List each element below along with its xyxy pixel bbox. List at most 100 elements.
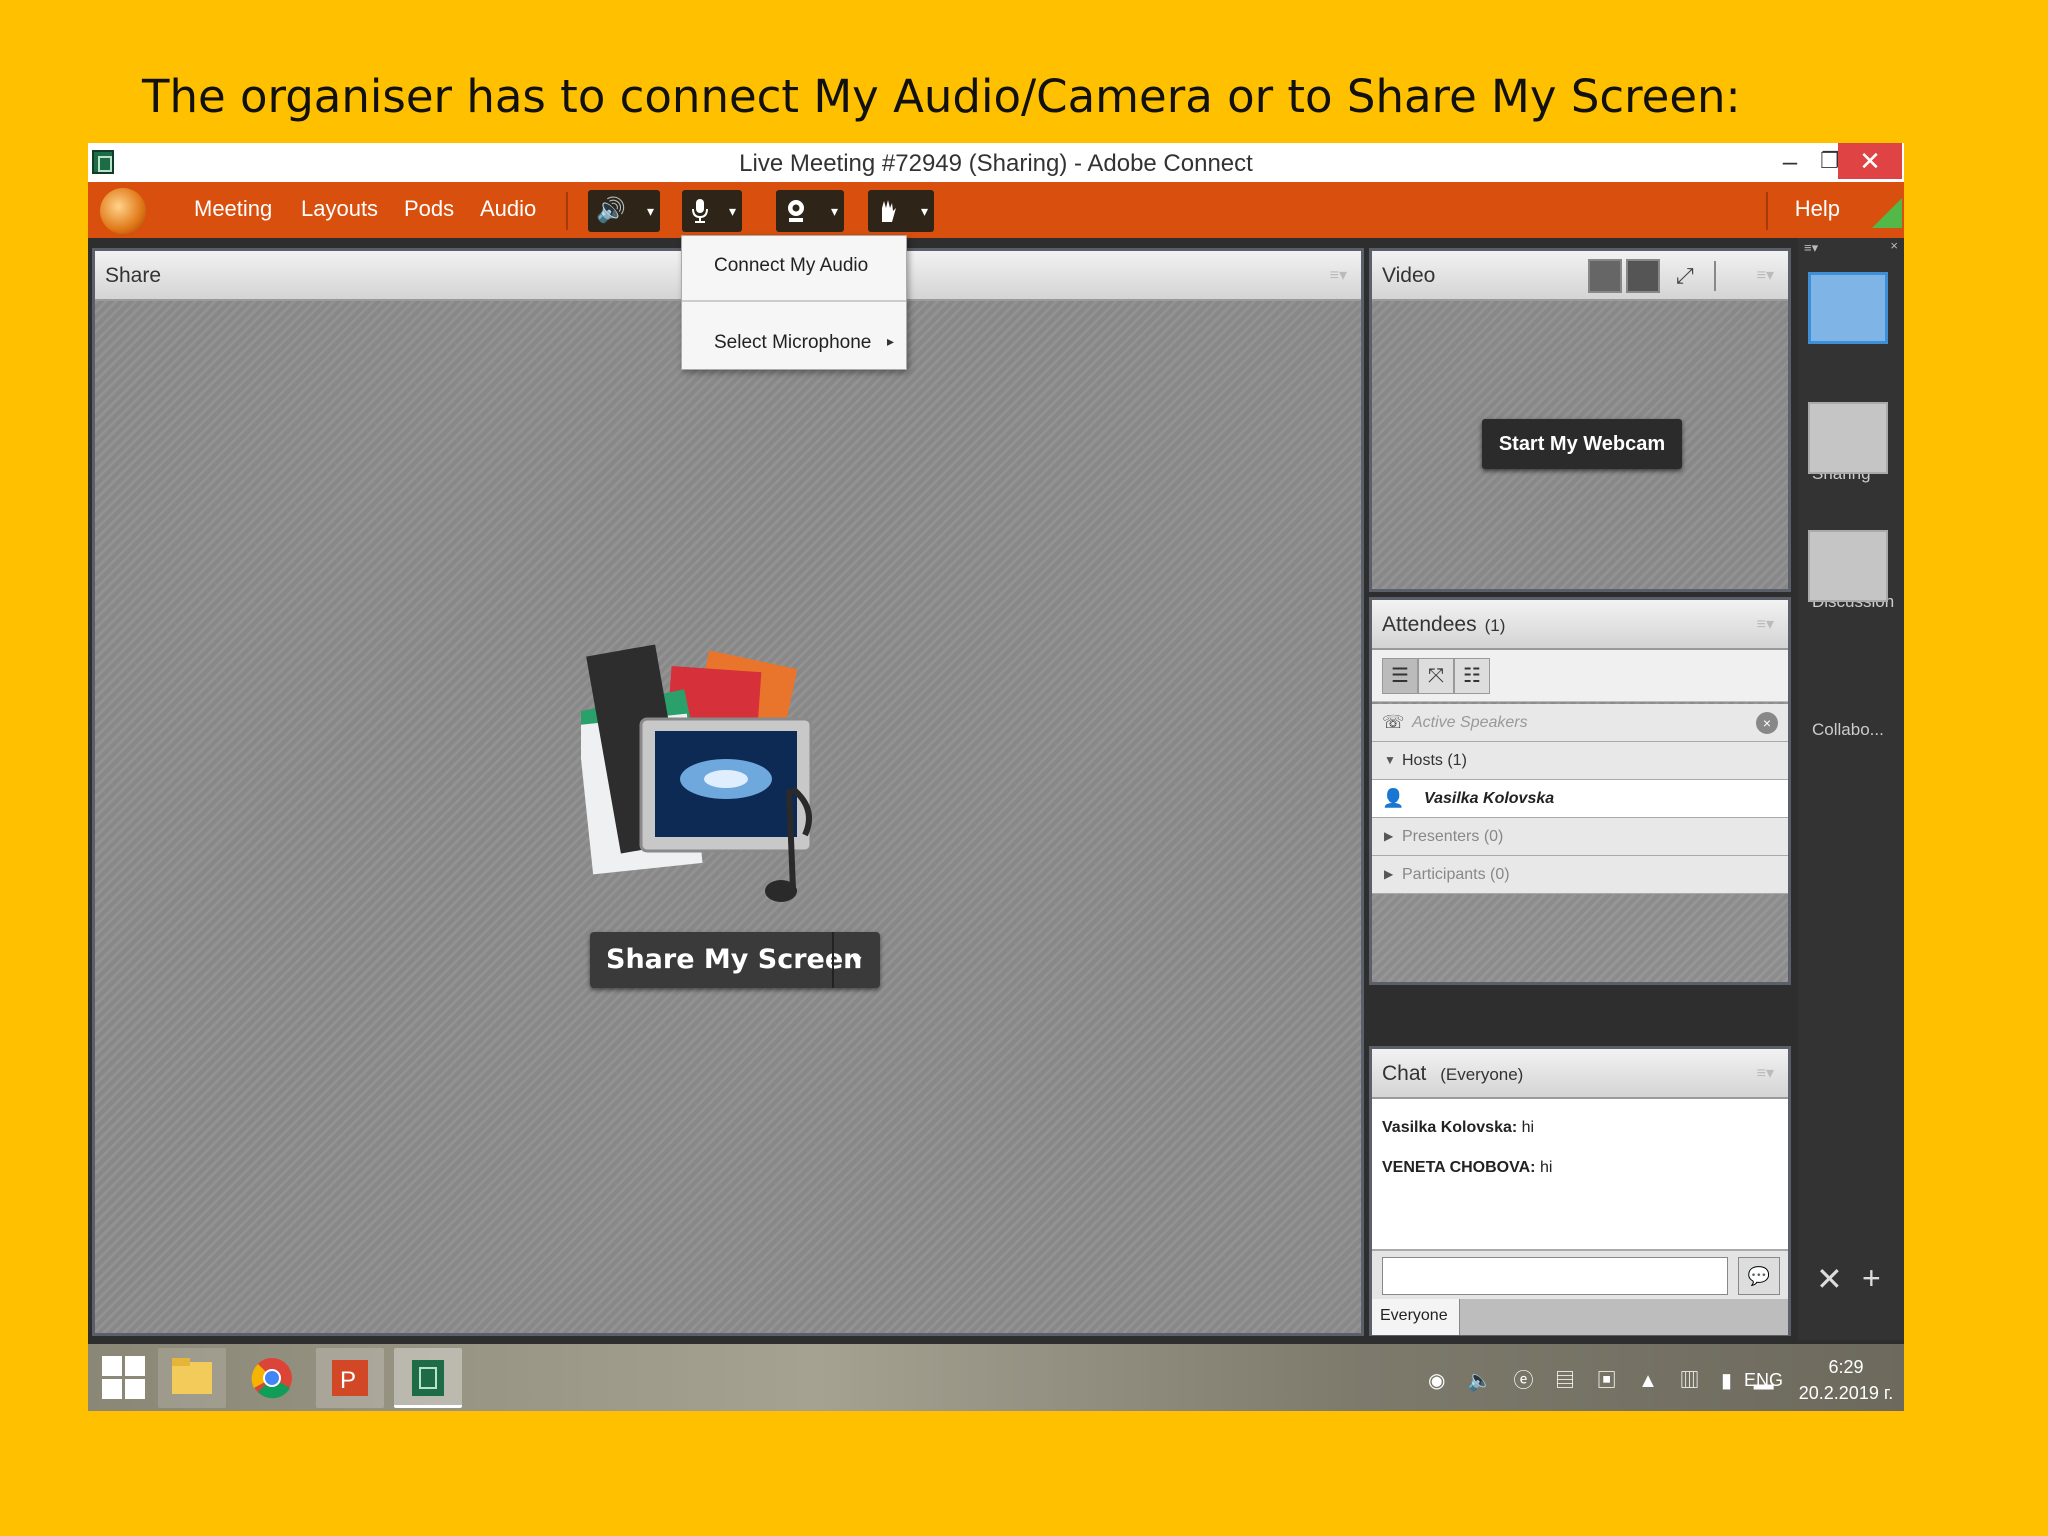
microphone-button[interactable]: ▾ — [682, 190, 742, 232]
file-explorer-icon[interactable] — [158, 1348, 226, 1408]
chrome-icon[interactable] — [238, 1348, 306, 1408]
phone-icon: ☏ — [1382, 712, 1405, 732]
powerpoint-icon[interactable]: P — [316, 1348, 384, 1408]
webcam-icon — [788, 200, 804, 222]
select-microphone-item[interactable]: Select Microphone — [714, 332, 871, 354]
layout-thumb-discussion[interactable] — [1808, 402, 1888, 474]
chevron-down-icon[interactable]: ▾ — [647, 199, 654, 223]
filmstrip-view-icon[interactable] — [1626, 259, 1660, 293]
close-icon[interactable]: × — [1756, 712, 1778, 734]
presenters-group[interactable]: ▶ Presenters (0) — [1372, 818, 1788, 856]
fullscreen-icon[interactable]: ⤢ — [1676, 263, 1694, 289]
window-title: Live Meeting #72949 (Sharing) - Adobe Co… — [739, 150, 1253, 177]
input-language[interactable]: ENG — [1744, 1370, 1783, 1391]
minimize-button[interactable]: – — [1770, 143, 1810, 179]
windows-taskbar: P ◉ 🔈 ⓔ ▤ ▣ ▲ ▥ ▮ ▂ ENG 6:29 20.2.2019 г… — [88, 1344, 1904, 1411]
camera-button[interactable]: ▾ — [776, 190, 844, 232]
share-media-icon — [581, 644, 813, 902]
svg-text:P: P — [340, 1367, 356, 1394]
send-message-button[interactable]: 💬 — [1738, 1257, 1780, 1295]
microphone-dropdown-menu: Connect My Audio Select Microphone ▸ — [681, 235, 907, 370]
raise-hand-icon — [882, 200, 896, 222]
toolbar-separator — [1714, 261, 1716, 291]
chat-sender: VENETA CHOBOVA: — [1382, 1159, 1536, 1176]
connect-my-audio-item[interactable]: Connect My Audio — [714, 255, 868, 277]
menu-meeting[interactable]: Meeting — [194, 196, 272, 222]
windows-start-icon[interactable] — [102, 1356, 146, 1400]
pod-menu-icon[interactable]: ≡▾ — [1757, 1063, 1774, 1083]
status-view-icon[interactable]: ☷ — [1454, 658, 1490, 694]
share-my-screen-button[interactable]: Share My Screen ▾ — [590, 932, 880, 988]
chat-pod: Chat (Everyone) ≡▾ Vasilka Kolovska: hi … — [1369, 1046, 1791, 1336]
start-my-webcam-button[interactable]: Start My Webcam — [1482, 419, 1682, 469]
pod-title: Share — [105, 264, 162, 287]
breakout-view-icon[interactable]: ⤧ — [1418, 658, 1454, 694]
speaker-button[interactable]: 🔊 ▾ — [588, 190, 660, 232]
participants-group[interactable]: ▶ Participants (0) — [1372, 856, 1788, 894]
attendees-pod: Attendees (1) ≡▾ ☰ ⤧ ☷ ☏ Active Speakers … — [1369, 597, 1791, 985]
menu-separator — [566, 192, 568, 230]
pod-menu-icon[interactable]: ≡▾ — [1757, 614, 1774, 634]
chevron-down-icon[interactable]: ▾ — [729, 199, 736, 223]
chat-scope: (Everyone) — [1440, 1065, 1524, 1084]
chat-tab-everyone[interactable]: Everyone — [1372, 1299, 1460, 1335]
pod-menu-icon[interactable]: ≡▾ — [1330, 265, 1347, 285]
collapsed-triangle-icon: ▶ — [1384, 867, 1394, 881]
pod-title: Video — [1382, 264, 1436, 287]
attendee-name: Vasilka Kolovska — [1424, 790, 1555, 807]
clock-date: 20.2.2019 г. — [1798, 1383, 1894, 1403]
chat-input[interactable] — [1382, 1257, 1728, 1295]
slide-title: The organiser has to connect My Audio/Ca… — [142, 70, 1741, 123]
participants-label: Participants (0) — [1402, 866, 1510, 883]
layout-tools-icon[interactable]: ✕ — [1816, 1260, 1843, 1298]
attendees-toolbar: ☰ ⤧ ☷ — [1372, 650, 1788, 702]
share-pod: Share ≡▾ Share My Screen ▾ — [92, 248, 1364, 1336]
video-pod: Video ⤢ ≡▾ Start My Webcam — [1369, 248, 1791, 592]
chevron-down-icon[interactable]: ▾ — [831, 199, 838, 223]
pod-title: Chat (Everyone) — [1382, 1062, 1524, 1085]
layouts-menu-icon[interactable]: ≡▾ — [1804, 240, 1818, 256]
adobe-connect-taskbar-icon[interactable] — [394, 1348, 462, 1408]
menu-divider — [682, 300, 906, 302]
pod-header: Attendees (1) ≡▾ — [1372, 600, 1788, 650]
clock[interactable]: 6:29 20.2.2019 г. — [1794, 1354, 1898, 1406]
chat-tab-bar: Everyone — [1372, 1299, 1788, 1335]
pod-header: Chat (Everyone) ≡▾ — [1372, 1049, 1788, 1099]
menu-separator — [1766, 192, 1768, 230]
add-layout-icon[interactable]: + — [1862, 1260, 1881, 1297]
host-user-icon: 👤 — [1382, 788, 1405, 808]
collapsed-triangle-icon: ▶ — [1384, 829, 1394, 843]
layout-thumb-sharing[interactable] — [1808, 272, 1888, 344]
chat-text: hi — [1521, 1119, 1535, 1136]
chat-message: VENETA CHOBOVA: hi — [1382, 1159, 1552, 1177]
layout-thumb-collaboration[interactable] — [1808, 530, 1888, 602]
grid-view-icon[interactable] — [1588, 259, 1622, 293]
share-my-screen-label: Share My Screen — [606, 944, 863, 975]
hosts-group[interactable]: ▼ Hosts (1) — [1372, 742, 1788, 780]
attendee-row[interactable]: 👤 Vasilka Kolovska — [1372, 780, 1788, 818]
layouts-bar-header: ≡▾ × — [1798, 238, 1904, 260]
submenu-arrow-icon: ▸ — [886, 333, 894, 349]
adobe-connect-window: Live Meeting #72949 (Sharing) - Adobe Co… — [88, 143, 1904, 1411]
layouts-bar: ≡▾ × Sharing Discussion Collabo... ✕ + — [1798, 238, 1904, 1340]
close-icon[interactable]: × — [1890, 238, 1898, 253]
active-speakers-row: ☏ Active Speakers × — [1372, 704, 1788, 742]
attendee-count: (1) — [1484, 616, 1506, 635]
chevron-down-icon[interactable]: ▾ — [832, 932, 880, 988]
chat-text: hi — [1539, 1159, 1553, 1176]
menu-pods[interactable]: Pods — [404, 196, 454, 222]
system-tray-icons[interactable]: ◉ 🔈 ⓔ ▤ ▣ ▲ ▥ ▮ ▂ — [1428, 1364, 1782, 1393]
menu-layouts[interactable]: Layouts — [301, 196, 378, 222]
chat-sender: Vasilka Kolovska: — [1382, 1119, 1518, 1136]
layout-label: Collabo... — [1812, 720, 1884, 739]
menu-help[interactable]: Help — [1795, 196, 1840, 222]
list-view-icon[interactable]: ☰ — [1382, 658, 1418, 694]
chevron-down-icon[interactable]: ▾ — [921, 199, 928, 223]
speaker-icon: 🔊 — [596, 197, 626, 224]
close-button[interactable]: ✕ — [1838, 143, 1902, 179]
chat-input-bar: 💬 — [1372, 1249, 1788, 1299]
pod-menu-icon[interactable]: ≡▾ — [1757, 265, 1774, 285]
menu-audio[interactable]: Audio — [480, 196, 536, 222]
raise-hand-button[interactable]: ▾ — [868, 190, 934, 232]
microphone-icon — [692, 199, 708, 223]
